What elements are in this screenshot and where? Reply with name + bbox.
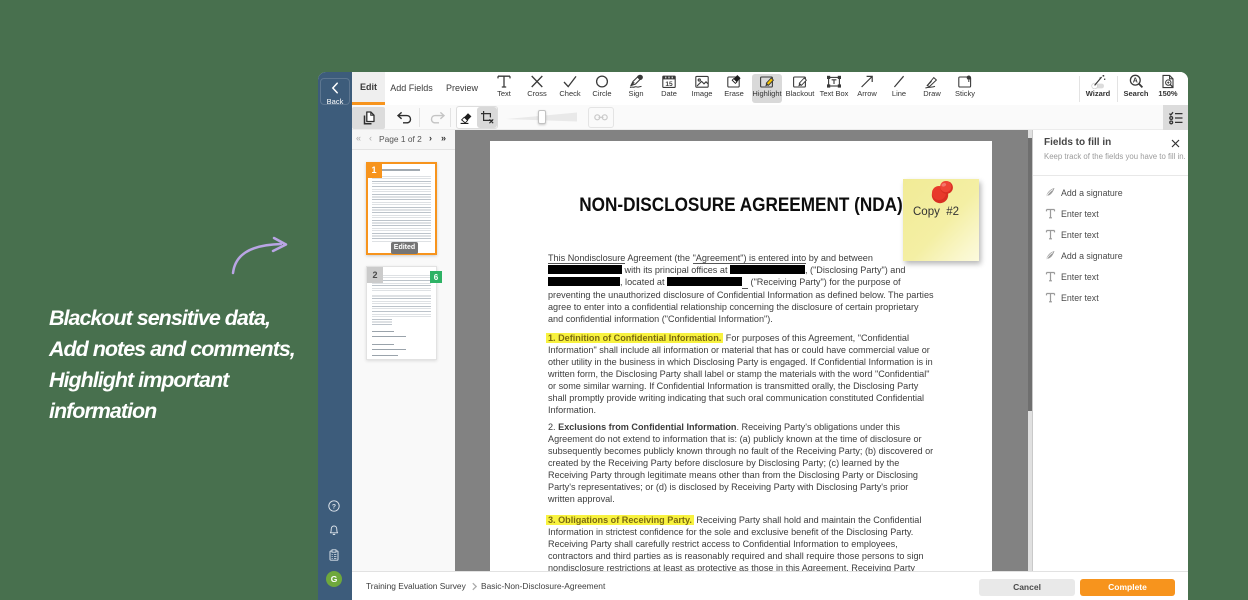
svg-text:?: ?	[331, 503, 335, 510]
svg-text:A: A	[1133, 78, 1138, 85]
svg-text:6: 6	[434, 273, 439, 282]
svg-text:15: 15	[665, 81, 673, 88]
